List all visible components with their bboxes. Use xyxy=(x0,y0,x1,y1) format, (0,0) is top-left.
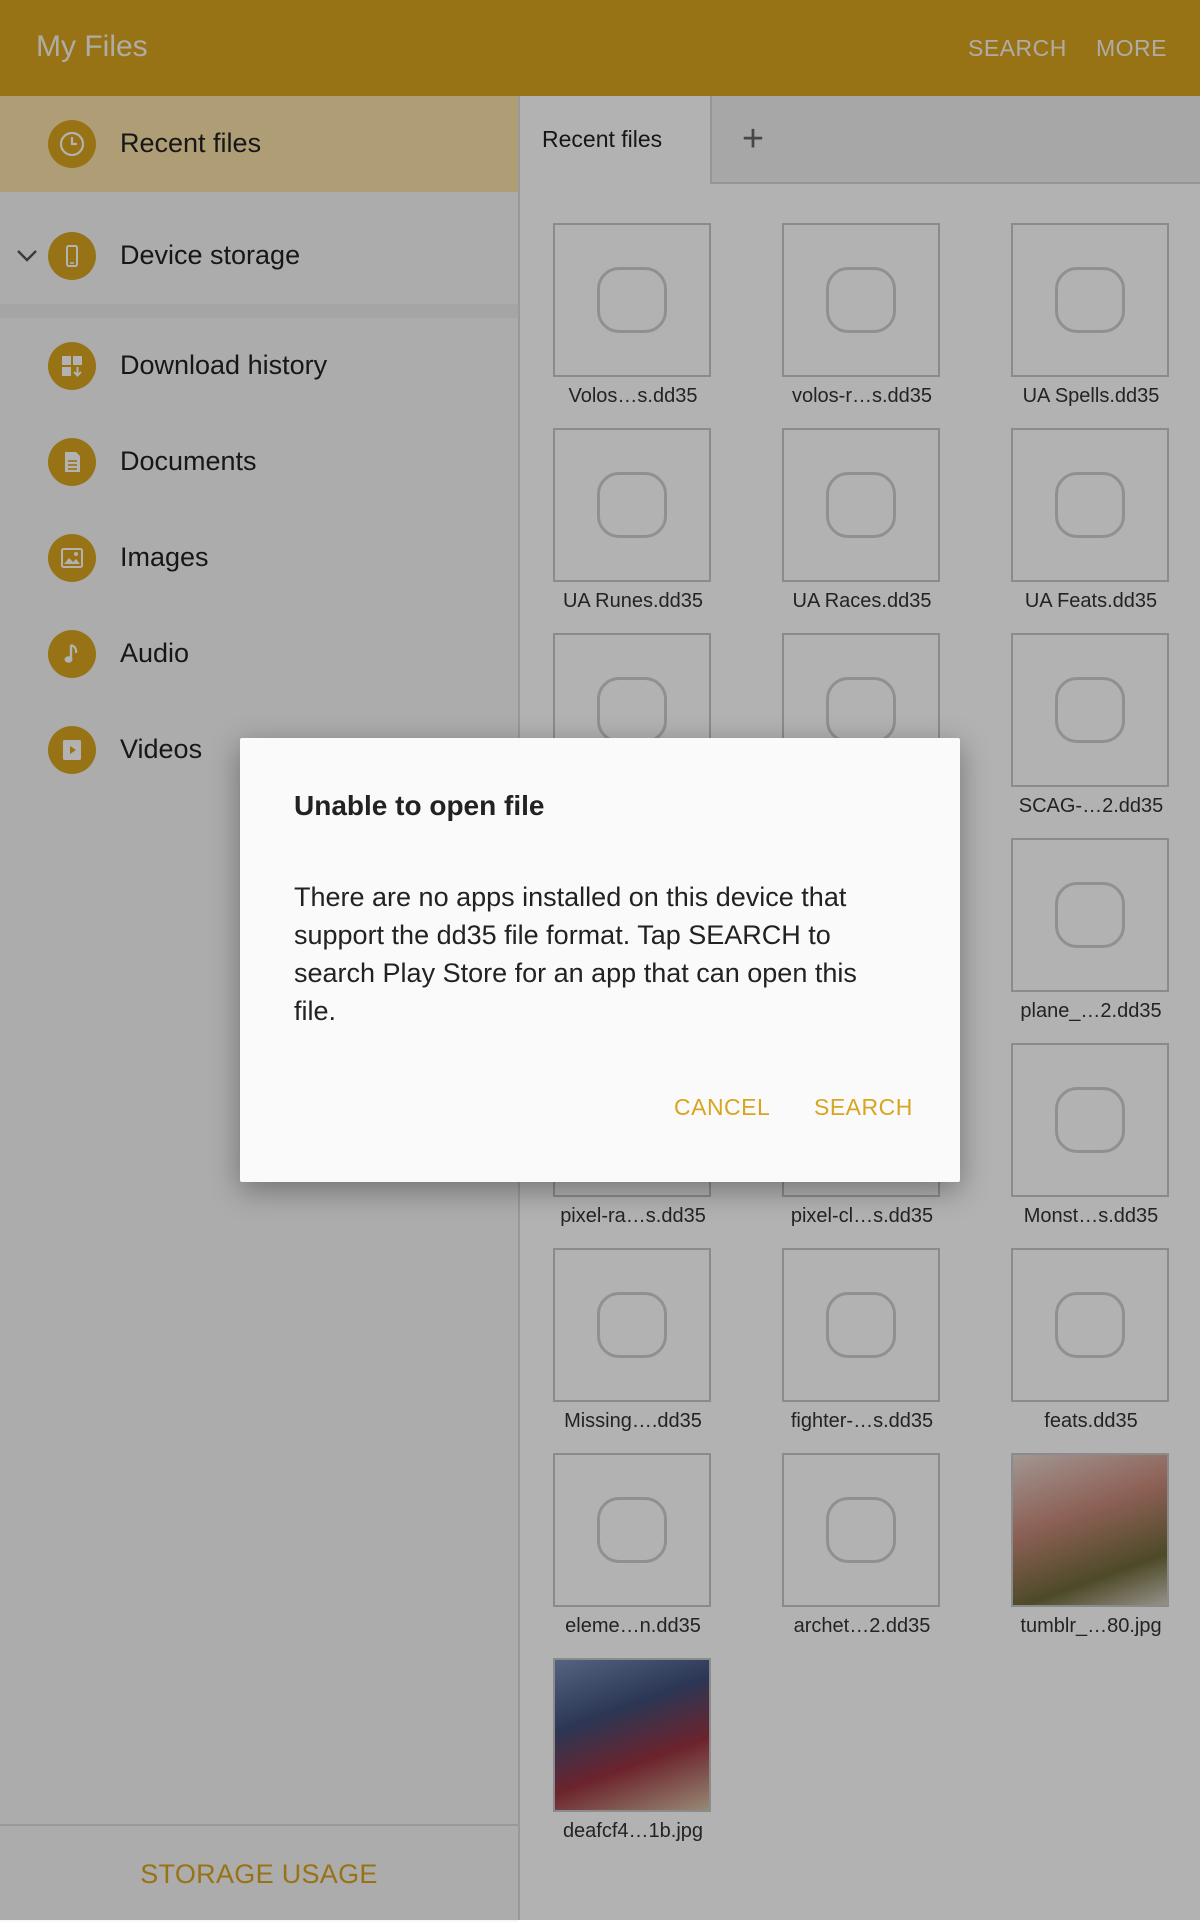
cancel-button[interactable]: CANCEL xyxy=(674,1094,770,1121)
dialog-message: There are no apps installed on this devi… xyxy=(294,882,857,1026)
dialog-title: Unable to open file xyxy=(294,790,545,821)
search-button[interactable]: SEARCH xyxy=(814,1094,913,1121)
unable-to-open-dialog: Unable to open file There are no apps in… xyxy=(240,738,960,1182)
